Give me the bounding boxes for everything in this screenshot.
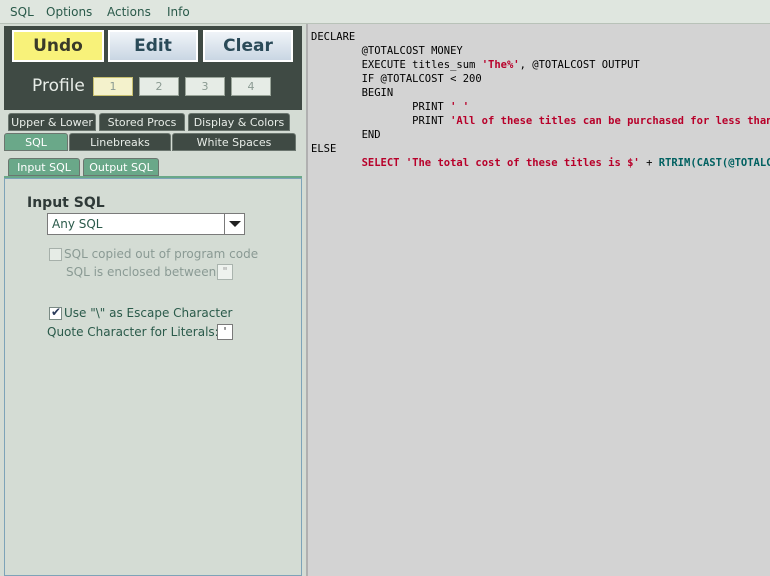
profile-slot-3-button[interactable]: 3: [185, 77, 225, 96]
tab-linebreaks[interactable]: Linebreaks: [69, 133, 171, 151]
escape-character-label: Use "\" as Escape Character: [64, 306, 233, 320]
code-token: BEGIN: [311, 87, 394, 99]
edit-button[interactable]: Edit: [108, 30, 198, 62]
clear-button[interactable]: Clear: [203, 30, 293, 62]
code-token: DECLARE: [311, 31, 356, 43]
code-token: END: [311, 129, 381, 141]
tab-white-spaces[interactable]: White Spaces: [172, 133, 296, 151]
code-token: RTRIM(CAST(@TOTALCOST AS varchar(20))): [658, 157, 770, 169]
subtab-output-sql[interactable]: Output SQL: [83, 158, 159, 176]
code-token: +: [639, 157, 659, 169]
tab-sql[interactable]: SQL: [4, 133, 68, 151]
section-title: Input SQL: [27, 195, 105, 211]
checkmark-icon: ✔: [51, 305, 62, 319]
code-line: SELECT 'The total cost of these titles i…: [311, 156, 770, 170]
code-line: @TOTALCOST MONEY: [311, 44, 770, 58]
sql-type-selected-value: Any SQL: [52, 217, 103, 231]
profile-slot-4-button[interactable]: 4: [231, 77, 271, 96]
tab-display-colors[interactable]: Display & Colors: [188, 113, 290, 131]
code-token: 'The%': [481, 59, 520, 71]
sql-enclosed-label: SQL is enclosed between:: [66, 265, 221, 279]
tab-upper-lower[interactable]: Upper & Lower: [8, 113, 96, 131]
profile-label: Profile: [32, 76, 85, 96]
escape-character-checkbox[interactable]: ✔: [49, 305, 62, 320]
sql-type-select[interactable]: Any SQL: [47, 213, 245, 235]
undo-button[interactable]: Undo: [12, 30, 104, 62]
code-line: DECLARE: [311, 30, 770, 44]
code-token: 'The total cost of these titles is $': [405, 157, 640, 169]
code-token: EXECUTE titles_sum: [311, 59, 482, 71]
sql-editor[interactable]: DECLARE @TOTALCOST MONEY EXECUTE titles_…: [306, 24, 770, 576]
sql-code: DECLARE @TOTALCOST MONEY EXECUTE titles_…: [311, 30, 770, 170]
menu-options[interactable]: Options: [46, 5, 92, 19]
sql-copied-label: SQL copied out of program code: [64, 247, 259, 261]
code-line: ELSE: [311, 142, 770, 156]
code-token: PRINT: [311, 115, 451, 127]
quote-character-label: Quote Character for Literals:: [47, 325, 219, 339]
quote-character-field[interactable]: ': [217, 324, 233, 340]
menu-info[interactable]: Info: [167, 5, 190, 19]
code-line: EXECUTE titles_sum 'The%', @TOTALCOST OU…: [311, 58, 770, 72]
code-token: 'All of these titles can be purchased fo…: [450, 115, 770, 127]
profile-slot-2-button[interactable]: 2: [139, 77, 179, 96]
code-token: ' ': [450, 101, 470, 113]
tab-stored-procs[interactable]: Stored Procs: [99, 113, 185, 131]
input-sql-panel: Input SQL Any SQL SQL copied out of prog…: [4, 178, 302, 576]
code-line: PRINT 'All of these titles can be purcha…: [311, 114, 770, 128]
code-line: END: [311, 128, 770, 142]
settings-panel: Undo Edit Clear Profile 1 2 3 4 Upper & …: [0, 24, 304, 576]
menu-sql[interactable]: SQL: [10, 5, 34, 19]
code-line: BEGIN: [311, 86, 770, 100]
subtab-input-sql[interactable]: Input SQL: [8, 158, 80, 176]
sql-copied-checkbox[interactable]: [49, 248, 62, 261]
enclosure-character-field[interactable]: ": [217, 264, 233, 280]
code-line: IF @TOTALCOST < 200: [311, 72, 770, 86]
profile-slot-1-button[interactable]: 1: [93, 77, 133, 96]
code-token: PRINT: [311, 101, 451, 113]
code-token: ELSE: [311, 143, 337, 155]
code-token: @TOTALCOST MONEY: [311, 45, 463, 57]
chevron-down-icon[interactable]: [224, 214, 244, 234]
action-block: Undo Edit Clear Profile 1 2 3 4: [4, 26, 302, 110]
menu-actions[interactable]: Actions: [107, 5, 151, 19]
menu-bar: SQL Options Actions Info: [0, 0, 770, 24]
code-token: IF @TOTALCOST < 200: [311, 73, 482, 85]
code-line: PRINT ' ': [311, 100, 770, 114]
code-token: , @TOTALCOST OUTPUT: [519, 59, 640, 71]
code-token: SELECT: [361, 157, 400, 169]
